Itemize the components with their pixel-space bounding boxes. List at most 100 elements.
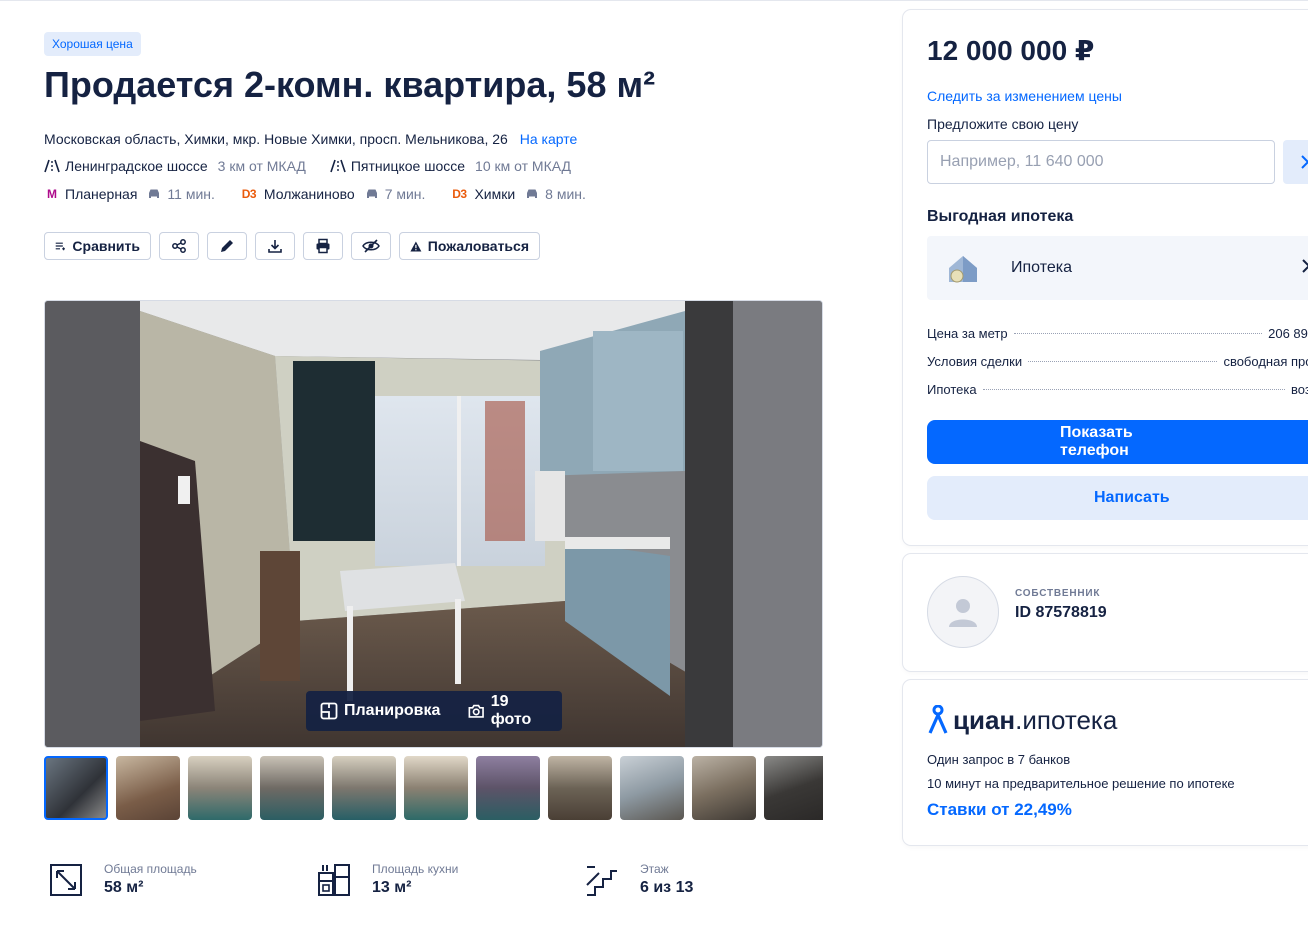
main-photo[interactable]: Планировка 19 фото — [44, 300, 823, 748]
cian-mortgage-card[interactable]: циан .ипотека Один запрос в 7 банков 10 м… — [903, 680, 1308, 845]
highway-icon — [44, 158, 60, 174]
highway-icon — [330, 158, 346, 174]
spec-label: Ипотека — [927, 382, 977, 397]
thumbnail[interactable] — [692, 756, 756, 820]
user-icon — [949, 599, 977, 627]
pencil-icon — [221, 240, 233, 252]
fact-kitchen-area: Площадь кухни 13 м² — [312, 860, 580, 900]
mortgage-option-label: Ипотека — [1011, 259, 1073, 276]
highway-distance: 10 км от МКАД — [475, 158, 572, 174]
owner-role: СОБСТВЕННИК — [1015, 588, 1101, 599]
good-price-badge: Хорошая цена — [44, 32, 141, 56]
hide-button[interactable] — [351, 232, 391, 260]
action-toolbar: Сравнить Пожаловаться — [44, 232, 540, 260]
thumbnail[interactable] — [44, 756, 108, 820]
spec-row: Цена за метр 206 897 ₽ — [927, 324, 1308, 344]
address: Московская область, Химки, мкр. Новые Хи… — [44, 129, 577, 149]
kitchen-photo-image — [45, 301, 822, 747]
highway-item: Пятницкое шоссе 10 км от МКАД — [330, 156, 571, 176]
fact-floor: Этаж 6 из 13 — [580, 860, 848, 900]
download-button[interactable] — [255, 232, 295, 260]
spec-row: Ипотека возмо — [927, 380, 1308, 400]
mortgage-heading: Выгодная ипотека — [927, 208, 1074, 225]
highways-row: Ленинградское шоссе 3 км от МКАД Пятницк… — [44, 156, 595, 176]
eye-off-icon — [362, 239, 380, 253]
page-title: Продается 2-комн. квартира, 58 м² — [44, 64, 656, 105]
fact-label: Площадь кухни — [372, 862, 459, 876]
highway-name: Ленинградское шоссе — [65, 158, 208, 174]
house-coin-icon — [949, 256, 977, 283]
kitchen-icon — [312, 860, 356, 900]
thumbnail[interactable] — [188, 756, 252, 820]
thumbnail[interactable] — [620, 756, 684, 820]
mortgage-option[interactable]: Ипотека — [927, 236, 1308, 300]
address-text: Московская область, Химки, мкр. Новые Хи… — [44, 131, 508, 147]
fact-value: 6 из 13 — [640, 879, 694, 896]
spec-label: Цена за метр — [927, 326, 1008, 341]
car-icon — [366, 189, 377, 198]
offer-label: Предложите свою цену — [927, 116, 1079, 132]
offer-price-input[interactable] — [927, 140, 1275, 184]
station-name: Молжаниново — [263, 186, 355, 202]
fact-label: Общая площадь — [104, 862, 197, 876]
spec-row: Условия сделки свободная прода — [927, 352, 1308, 372]
cian-logo-icon — [928, 705, 948, 734]
fact-label: Этаж — [640, 862, 669, 876]
thumbnail[interactable] — [764, 756, 823, 820]
map-link[interactable]: На карте — [520, 131, 578, 147]
printer-icon — [316, 238, 330, 254]
area-icon — [44, 860, 88, 900]
download-icon — [268, 240, 282, 253]
station-time: 7 мин. — [365, 184, 425, 204]
offer-submit-button[interactable] — [1283, 140, 1308, 184]
share-button[interactable] — [159, 232, 199, 260]
gallery-overlay: Планировка 19 фото — [306, 691, 562, 731]
thumbnail[interactable] — [548, 756, 612, 820]
key-facts: Общая площадь 58 м² Площадь кухни 13 м² … — [44, 860, 848, 900]
show-phone-button[interactable]: Показать телефон — [927, 420, 1308, 464]
follow-price-link[interactable]: Следить за изменением цены — [927, 86, 1122, 106]
thumbnail[interactable] — [476, 756, 540, 820]
spec-value: 206 897 ₽ — [1268, 326, 1308, 341]
print-button[interactable] — [303, 232, 343, 260]
thumbnail[interactable] — [404, 756, 468, 820]
cian-rate-link[interactable]: Ставки от 22,49% — [927, 798, 1072, 822]
station-name: Химки — [474, 186, 516, 202]
cian-logo: циан .ипотека — [927, 704, 1117, 736]
stations-row: M Планерная 11 мин. D3 Молжаниново 7 мин… — [44, 184, 610, 204]
photos-button[interactable]: 19 фото — [454, 691, 562, 731]
edit-button[interactable] — [207, 232, 247, 260]
compare-button[interactable]: Сравнить — [44, 232, 151, 260]
spec-label: Условия сделки — [927, 354, 1023, 369]
report-button[interactable]: Пожаловаться — [399, 232, 540, 260]
thumbnail[interactable] — [332, 756, 396, 820]
cian-text-2: 10 минут на предварительное решение по и… — [927, 776, 1235, 791]
d3-line-icon: D3 — [241, 187, 257, 201]
fact-value: 58 м² — [104, 879, 144, 896]
station-item: M Планерная 11 мин. — [44, 184, 215, 204]
fact-value: 13 м² — [372, 879, 412, 896]
layout-button[interactable]: Планировка — [306, 691, 454, 731]
share-icon — [172, 239, 186, 253]
car-icon — [149, 189, 160, 198]
write-message-button[interactable]: Написать — [927, 476, 1308, 520]
station-item: D3 Химки 8 мин. — [449, 184, 586, 204]
price: 12 000 000 ₽ — [927, 35, 1095, 66]
station-name: Планерная — [65, 186, 138, 202]
thumbnail-strip — [44, 756, 823, 820]
d3-line-icon: D3 — [452, 187, 467, 201]
station-time: 11 мин. — [147, 184, 215, 204]
thumbnail[interactable] — [116, 756, 180, 820]
price-card: 12 000 000 ₽ Следить за изменением цены … — [903, 10, 1308, 545]
floorplan-icon — [320, 702, 338, 720]
avatar — [927, 576, 999, 648]
camera-icon — [468, 704, 485, 718]
chevron-right-icon — [1302, 259, 1308, 273]
stairs-icon — [580, 860, 624, 900]
thumbnail[interactable] — [260, 756, 324, 820]
chevron-right-icon — [1301, 155, 1308, 169]
owner-id[interactable]: ID 87578819 — [1015, 604, 1107, 622]
top-divider — [0, 0, 1308, 1]
car-icon — [527, 189, 538, 198]
cian-text-1: Один запрос в 7 банков — [927, 752, 1071, 767]
